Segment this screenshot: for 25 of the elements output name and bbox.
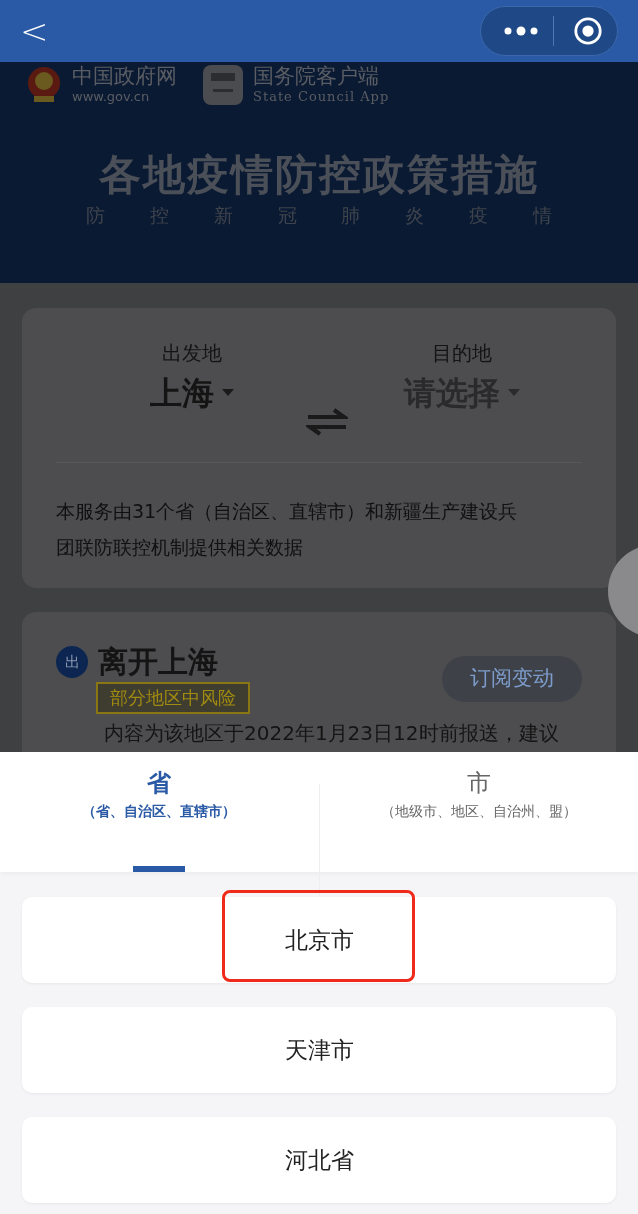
- region-tab[interactable]: 市 （地级市、地区、自治州、盟）: [319, 752, 638, 872]
- target-icon[interactable]: [573, 16, 603, 46]
- dropdown-icon: [508, 389, 520, 397]
- back-button[interactable]: <: [20, 14, 49, 48]
- app-icon: [203, 65, 243, 105]
- risk-tag: 部分地区中风险: [96, 682, 250, 714]
- data-source-note: 本服务由31个省（自治区、直辖市）和新疆生产建设兵团联防联控机制提供相关数据: [56, 499, 518, 560]
- policy-text: 内容为该地区于2022年1月23日12时前报送，建议: [104, 720, 560, 747]
- departure-badge: 出: [56, 646, 88, 678]
- logo-subtitle: State Council App: [253, 88, 390, 106]
- destination-label: 目的地: [432, 340, 492, 367]
- policy-title: 离开上海: [98, 644, 218, 680]
- emblem-icon: [26, 66, 62, 104]
- more-icon[interactable]: [503, 26, 539, 36]
- banner-title: 各地疫情防控政策措施: [98, 150, 540, 200]
- region-tab[interactable]: 省 （省、自治区、直辖市）: [0, 752, 319, 872]
- subscribe-button[interactable]: 订阅变动: [442, 656, 582, 702]
- region-option[interactable]: 天津市: [22, 1007, 616, 1093]
- logo-title: 国务院客户端: [253, 64, 380, 88]
- dropdown-icon: [222, 389, 234, 397]
- region-option[interactable]: 北京市: [22, 897, 616, 983]
- logo-subtitle: www.gov.cn: [72, 88, 151, 106]
- logo-title: 中国政府网: [72, 64, 177, 88]
- region-option[interactable]: 河北省: [22, 1117, 616, 1203]
- origin-label: 出发地: [162, 340, 222, 367]
